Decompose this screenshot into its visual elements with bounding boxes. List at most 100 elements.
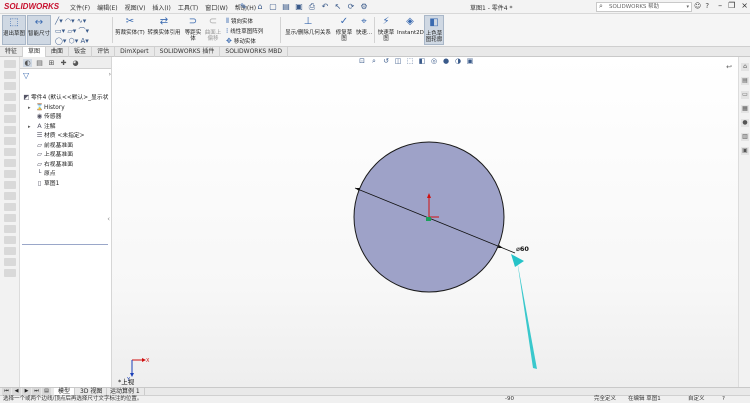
tool-icon[interactable] xyxy=(4,93,16,101)
tab-menu-icon[interactable]: ▤ xyxy=(42,388,51,395)
last-tab-icon[interactable]: ⏭ xyxy=(32,388,41,395)
tab-sheet-metal[interactable]: 钣金 xyxy=(69,47,93,57)
tool-icon[interactable] xyxy=(4,148,16,156)
tree-item-annotations[interactable]: ▸ A 注解 xyxy=(22,122,112,132)
chevron-down-icon[interactable]: ▾ xyxy=(686,3,689,12)
repair-sketch-button[interactable]: ✓ 修复草图 xyxy=(334,15,354,45)
exit-sketch-button[interactable]: ⬚ 退出草图 xyxy=(2,15,26,45)
tool-icon[interactable] xyxy=(4,170,16,178)
arc-icon[interactable]: ◠ xyxy=(65,17,71,25)
mirror-entities-button[interactable]: ⫴ 镜向实体 xyxy=(226,17,253,26)
prev-tab-icon[interactable]: ◀ xyxy=(12,388,21,395)
tab-addins[interactable]: SOLIDWORKS 插件 xyxy=(155,47,221,57)
tree-item-right-plane[interactable]: ▱ 右视基准面 xyxy=(22,160,112,170)
options-icon[interactable]: ⚙ xyxy=(359,1,369,12)
configuration-manager-icon[interactable]: ⊞ xyxy=(47,59,56,67)
open-icon[interactable]: ▤ xyxy=(281,1,291,12)
chevron-right-icon[interactable]: › xyxy=(109,71,111,78)
print-icon[interactable]: ⎙ xyxy=(307,1,317,12)
graphics-area[interactable]: ⊡ ⌕ ↺ ◫ ⬚ ◧ ◎ ● ◑ ▣ ↩ X Y ⌀60 *上视 xyxy=(112,57,738,387)
help-icon[interactable]: ? xyxy=(705,2,709,10)
tool-icon[interactable] xyxy=(4,71,16,79)
design-library-icon[interactable]: ▤ xyxy=(741,77,749,85)
tab-surfaces[interactable]: 曲面 xyxy=(46,47,70,57)
circle-icon[interactable]: ◯ xyxy=(55,37,63,45)
first-tab-icon[interactable]: ⏮ xyxy=(2,388,11,395)
feature-manager-icon[interactable]: ◐ xyxy=(23,59,32,67)
fillet-icon[interactable]: ⌒ xyxy=(79,27,86,35)
offset-surface-button[interactable]: ⊂ 曲面上偏移 xyxy=(203,15,223,45)
undo-icon[interactable]: ↶ xyxy=(320,1,330,12)
tool-icon[interactable] xyxy=(4,236,16,244)
spline-icon[interactable]: ∿ xyxy=(77,17,83,25)
quick-snaps-button[interactable]: ⌖ 快速... xyxy=(355,15,373,45)
tree-item-sketch1[interactable]: ▯ 草图1 xyxy=(22,179,112,189)
next-tab-icon[interactable]: ▶ xyxy=(22,388,31,395)
tab-evaluate[interactable]: 评估 xyxy=(92,47,116,57)
property-manager-icon[interactable]: ▤ xyxy=(35,59,44,67)
line-icon[interactable]: ╱ xyxy=(55,17,59,25)
tool-icon[interactable] xyxy=(4,126,16,134)
user-icon[interactable]: ☺ xyxy=(694,2,701,10)
appearances-icon[interactable]: ● xyxy=(741,119,749,127)
tool-icon[interactable] xyxy=(4,159,16,167)
display-relations-button[interactable]: ⊥ 显示/删除几何关系 xyxy=(283,15,333,45)
move-entities-button[interactable]: ✥ 移动实体 xyxy=(226,37,256,45)
tree-item-material[interactable]: ☰ 材质 <未指定> xyxy=(22,131,112,141)
custom-properties-icon[interactable]: ▥ xyxy=(741,133,749,141)
text-icon[interactable]: A xyxy=(80,37,85,45)
circle-center-point[interactable] xyxy=(426,217,431,221)
rebuild-icon[interactable]: ⟳ xyxy=(346,1,356,12)
tree-item-sensors[interactable]: ◉ 传感器 xyxy=(22,112,112,122)
resources-icon[interactable]: ⌂ xyxy=(741,63,749,71)
solidworks-logo[interactable]: SOLIDWORKS xyxy=(4,2,59,11)
shaded-sketch-button[interactable]: ◧ 上色草图轮廓 xyxy=(424,15,444,45)
trim-entities-button[interactable]: ✂ 剪裁实体(T) xyxy=(115,15,145,45)
tool-icon[interactable] xyxy=(4,60,16,68)
tab-sketch[interactable]: 草图 xyxy=(23,47,47,57)
tree-item-front-plane[interactable]: ▱ 前视基准面 xyxy=(22,141,112,151)
tab-features[interactable]: 特征 xyxy=(0,47,24,57)
rapid-sketch-button[interactable]: ⚡ 快速草图 xyxy=(376,15,396,45)
restore-icon[interactable]: ❐ xyxy=(728,1,735,10)
dimxpert-manager-icon[interactable]: ✚ xyxy=(59,59,68,67)
forum-icon[interactable]: ▣ xyxy=(741,147,749,155)
menu-view[interactable]: 视图(V) xyxy=(125,3,146,12)
display-manager-icon[interactable]: ◕ xyxy=(71,59,80,67)
tool-icon[interactable] xyxy=(4,181,16,189)
save-icon[interactable]: ▣ xyxy=(294,1,304,12)
tab-mbd[interactable]: SOLIDWORKS MBD xyxy=(220,47,289,57)
tab-dimxpert[interactable]: DimXpert xyxy=(115,47,155,57)
tool-icon[interactable] xyxy=(4,247,16,255)
tool-icon[interactable] xyxy=(4,137,16,145)
filter-icon[interactable]: ▽ xyxy=(23,71,29,80)
menu-insert[interactable]: 插入(I) xyxy=(152,3,170,12)
tree-root[interactable]: ◩零件4 (默认<<默认>_显示状 xyxy=(22,93,112,103)
tree-item-origin[interactable]: └ 原点 xyxy=(22,169,112,179)
menu-edit[interactable]: 编辑(E) xyxy=(97,3,117,12)
tool-icon[interactable] xyxy=(4,104,16,112)
linear-pattern-button[interactable]: ⁞ 线性草图阵列 xyxy=(226,27,263,35)
status-help-icon[interactable]: ? xyxy=(722,396,725,403)
home-icon[interactable]: ⌂ xyxy=(255,1,265,12)
close-icon[interactable]: × xyxy=(741,1,748,10)
status-units[interactable]: 自定义 xyxy=(688,396,705,403)
pin-icon[interactable]: ✎ xyxy=(240,2,247,11)
rollback-bar[interactable] xyxy=(22,244,108,245)
diameter-dimension-text[interactable]: ⌀60 xyxy=(516,245,529,253)
minimize-icon[interactable]: – xyxy=(718,1,722,10)
menu-tools[interactable]: 工具(T) xyxy=(178,3,198,12)
tool-icon[interactable] xyxy=(4,115,16,123)
tree-item-history[interactable]: ▸ ⌛History xyxy=(22,103,112,113)
new-icon[interactable]: ▢ xyxy=(268,1,278,12)
help-search-input[interactable]: ⌕ SOLIDWORKS 帮助 ▾ xyxy=(596,2,692,12)
instant2d-button[interactable]: ◈ Instant2D xyxy=(397,15,424,45)
tool-icon[interactable] xyxy=(4,269,16,277)
convert-entities-button[interactable]: ⇄ 转换实体引用 xyxy=(146,15,182,45)
offset-entities-button[interactable]: ⊃ 等距实体 xyxy=(184,15,202,45)
tool-icon[interactable] xyxy=(4,192,16,200)
polygon-icon[interactable]: ⬡ xyxy=(69,37,75,45)
tool-icon[interactable] xyxy=(4,203,16,211)
tool-icon[interactable] xyxy=(4,82,16,90)
tree-item-top-plane[interactable]: ▱ 上视基准面 xyxy=(22,150,112,160)
